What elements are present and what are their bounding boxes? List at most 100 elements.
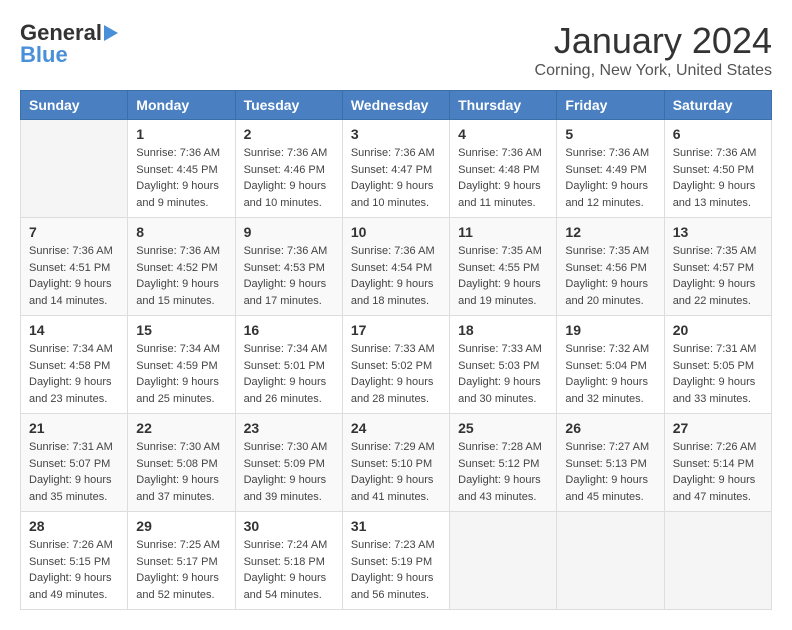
- calendar-cell: 26 Sunrise: 7:27 AMSunset: 5:13 PMDayligh…: [557, 414, 664, 512]
- weekday-header-sunday: Sunday: [21, 91, 128, 120]
- day-info: Sunrise: 7:36 AMSunset: 4:54 PMDaylight:…: [351, 243, 441, 309]
- day-info: Sunrise: 7:34 AMSunset: 4:59 PMDaylight:…: [136, 341, 226, 407]
- day-number: 13: [673, 224, 763, 240]
- day-number: 26: [565, 420, 655, 436]
- day-number: 30: [244, 518, 334, 534]
- day-info: Sunrise: 7:30 AMSunset: 5:08 PMDaylight:…: [136, 439, 226, 505]
- weekday-header-friday: Friday: [557, 91, 664, 120]
- day-number: 23: [244, 420, 334, 436]
- calendar-cell: [21, 120, 128, 218]
- day-info: Sunrise: 7:32 AMSunset: 5:04 PMDaylight:…: [565, 341, 655, 407]
- day-info: Sunrise: 7:31 AMSunset: 5:05 PMDaylight:…: [673, 341, 763, 407]
- day-number: 16: [244, 322, 334, 338]
- calendar-cell: 13Sunrise: 7:35 AMSunset: 4:57 PMDayligh…: [664, 218, 771, 316]
- calendar-cell: 19 Sunrise: 7:32 AMSunset: 5:04 PMDayligh…: [557, 316, 664, 414]
- day-number: 19: [565, 322, 655, 338]
- calendar-cell: [450, 512, 557, 610]
- day-number: 14: [29, 322, 119, 338]
- calendar-cell: 27 Sunrise: 7:26 AMSunset: 5:14 PMDayligh…: [664, 414, 771, 512]
- calendar-cell: 7 Sunrise: 7:36 AMSunset: 4:51 PMDaylight…: [21, 218, 128, 316]
- day-info: Sunrise: 7:27 AMSunset: 5:13 PMDaylight:…: [565, 439, 655, 505]
- logo-blue: Blue: [20, 42, 68, 68]
- day-info: Sunrise: 7:29 AMSunset: 5:10 PMDaylight:…: [351, 439, 441, 505]
- day-number: 2: [244, 126, 334, 142]
- day-number: 12: [565, 224, 655, 240]
- day-number: 8: [136, 224, 226, 240]
- day-number: 24: [351, 420, 441, 436]
- day-info: Sunrise: 7:36 AMSunset: 4:50 PMDaylight:…: [673, 145, 763, 211]
- day-info: Sunrise: 7:33 AMSunset: 5:02 PMDaylight:…: [351, 341, 441, 407]
- day-info: Sunrise: 7:36 AMSunset: 4:52 PMDaylight:…: [136, 243, 226, 309]
- day-info: Sunrise: 7:36 AMSunset: 4:45 PMDaylight:…: [136, 145, 226, 211]
- calendar-cell: 18Sunrise: 7:33 AMSunset: 5:03 PMDayligh…: [450, 316, 557, 414]
- day-number: 29: [136, 518, 226, 534]
- calendar-cell: 25Sunrise: 7:28 AMSunset: 5:12 PMDayligh…: [450, 414, 557, 512]
- day-number: 21: [29, 420, 119, 436]
- week-row-5: 28 Sunrise: 7:26 AMSunset: 5:15 PMDayligh…: [21, 512, 772, 610]
- week-row-2: 7 Sunrise: 7:36 AMSunset: 4:51 PMDaylight…: [21, 218, 772, 316]
- day-info: Sunrise: 7:24 AMSunset: 5:18 PMDaylight:…: [244, 537, 334, 603]
- day-number: 4: [458, 126, 548, 142]
- day-info: Sunrise: 7:36 AMSunset: 4:48 PMDaylight:…: [458, 145, 548, 211]
- calendar-cell: 24 Sunrise: 7:29 AMSunset: 5:10 PMDayligh…: [342, 414, 449, 512]
- calendar-cell: 8 Sunrise: 7:36 AMSunset: 4:52 PMDaylight…: [128, 218, 235, 316]
- day-number: 28: [29, 518, 119, 534]
- day-number: 31: [351, 518, 441, 534]
- day-info: Sunrise: 7:26 AMSunset: 5:15 PMDaylight:…: [29, 537, 119, 603]
- day-number: 27: [673, 420, 763, 436]
- calendar-cell: 14 Sunrise: 7:34 AMSunset: 4:58 PMDayligh…: [21, 316, 128, 414]
- weekday-header-tuesday: Tuesday: [235, 91, 342, 120]
- day-info: Sunrise: 7:35 AMSunset: 4:55 PMDaylight:…: [458, 243, 548, 309]
- calendar-cell: 21Sunrise: 7:31 AMSunset: 5:07 PMDayligh…: [21, 414, 128, 512]
- day-number: 3: [351, 126, 441, 142]
- day-info: Sunrise: 7:36 AMSunset: 4:46 PMDaylight:…: [244, 145, 334, 211]
- weekday-header-row: SundayMondayTuesdayWednesdayThursdayFrid…: [21, 91, 772, 120]
- calendar-cell: 15 Sunrise: 7:34 AMSunset: 4:59 PMDayligh…: [128, 316, 235, 414]
- day-number: 15: [136, 322, 226, 338]
- day-info: Sunrise: 7:35 AMSunset: 4:56 PMDaylight:…: [565, 243, 655, 309]
- calendar-cell: 20 Sunrise: 7:31 AMSunset: 5:05 PMDayligh…: [664, 316, 771, 414]
- day-info: Sunrise: 7:26 AMSunset: 5:14 PMDaylight:…: [673, 439, 763, 505]
- day-number: 18: [458, 322, 548, 338]
- weekday-header-thursday: Thursday: [450, 91, 557, 120]
- calendar-cell: 10 Sunrise: 7:36 AMSunset: 4:54 PMDayligh…: [342, 218, 449, 316]
- day-number: 20: [673, 322, 763, 338]
- calendar-cell: 5 Sunrise: 7:36 AMSunset: 4:49 PMDaylight…: [557, 120, 664, 218]
- calendar-cell: 30 Sunrise: 7:24 AMSunset: 5:18 PMDayligh…: [235, 512, 342, 610]
- day-info: Sunrise: 7:36 AMSunset: 4:51 PMDaylight:…: [29, 243, 119, 309]
- calendar-cell: 2 Sunrise: 7:36 AMSunset: 4:46 PMDaylight…: [235, 120, 342, 218]
- month-title: January 2024: [535, 20, 772, 62]
- day-number: 25: [458, 420, 548, 436]
- calendar-table: SundayMondayTuesdayWednesdayThursdayFrid…: [20, 90, 772, 610]
- weekday-header-saturday: Saturday: [664, 91, 771, 120]
- day-number: 5: [565, 126, 655, 142]
- calendar-cell: 9Sunrise: 7:36 AMSunset: 4:53 PMDaylight…: [235, 218, 342, 316]
- calendar-cell: 1 Sunrise: 7:36 AMSunset: 4:45 PMDaylight…: [128, 120, 235, 218]
- calendar-cell: [664, 512, 771, 610]
- calendar-cell: 29 Sunrise: 7:25 AMSunset: 5:17 PMDayligh…: [128, 512, 235, 610]
- calendar-cell: 23 Sunrise: 7:30 AMSunset: 5:09 PMDayligh…: [235, 414, 342, 512]
- calendar-cell: 17 Sunrise: 7:33 AMSunset: 5:02 PMDayligh…: [342, 316, 449, 414]
- day-info: Sunrise: 7:34 AMSunset: 5:01 PMDaylight:…: [244, 341, 334, 407]
- calendar-cell: 4 Sunrise: 7:36 AMSunset: 4:48 PMDaylight…: [450, 120, 557, 218]
- week-row-3: 14 Sunrise: 7:34 AMSunset: 4:58 PMDayligh…: [21, 316, 772, 414]
- calendar-cell: 11 Sunrise: 7:35 AMSunset: 4:55 PMDayligh…: [450, 218, 557, 316]
- header: General Blue January 2024 Corning, New Y…: [20, 20, 772, 80]
- day-number: 7: [29, 224, 119, 240]
- day-number: 17: [351, 322, 441, 338]
- day-number: 6: [673, 126, 763, 142]
- title-section: January 2024 Corning, New York, United S…: [535, 20, 772, 80]
- day-info: Sunrise: 7:36 AMSunset: 4:49 PMDaylight:…: [565, 145, 655, 211]
- day-info: Sunrise: 7:34 AMSunset: 4:58 PMDaylight:…: [29, 341, 119, 407]
- day-info: Sunrise: 7:23 AMSunset: 5:19 PMDaylight:…: [351, 537, 441, 603]
- calendar-cell: 28 Sunrise: 7:26 AMSunset: 5:15 PMDayligh…: [21, 512, 128, 610]
- day-info: Sunrise: 7:30 AMSunset: 5:09 PMDaylight:…: [244, 439, 334, 505]
- location-title: Corning, New York, United States: [535, 62, 772, 80]
- day-number: 11: [458, 224, 548, 240]
- week-row-4: 21Sunrise: 7:31 AMSunset: 5:07 PMDayligh…: [21, 414, 772, 512]
- day-info: Sunrise: 7:36 AMSunset: 4:47 PMDaylight:…: [351, 145, 441, 211]
- day-info: Sunrise: 7:25 AMSunset: 5:17 PMDaylight:…: [136, 537, 226, 603]
- logo-arrow-icon: [104, 25, 124, 41]
- day-number: 10: [351, 224, 441, 240]
- day-number: 1: [136, 126, 226, 142]
